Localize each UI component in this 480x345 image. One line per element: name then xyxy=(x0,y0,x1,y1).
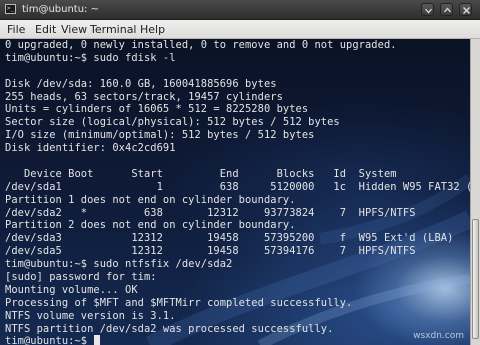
window-title: tim@ubuntu: ~ xyxy=(22,4,99,15)
terminal-line: NTFS partition /dev/sda2 was processed s… xyxy=(5,322,334,335)
terminal-line: /dev/sda5 12312 19458 57394176 7 HPFS/NT… xyxy=(5,245,416,258)
terminal-line: Disk /dev/sda: 160.0 GB, 160041885696 by… xyxy=(5,77,277,90)
minimize-button[interactable] xyxy=(421,3,434,16)
title-bar[interactable]: >_ tim@ubuntu: ~ xyxy=(0,0,480,20)
scrollbar-thumb[interactable] xyxy=(472,219,479,339)
terminal-area[interactable]: 0 upgraded, 0 newly installed, 0 to remo… xyxy=(0,39,470,345)
terminal-line: Partition 2 does not end on cylinder bou… xyxy=(5,219,296,232)
menu-file[interactable]: File xyxy=(7,23,25,36)
terminal-line: tim@ubuntu:~$ xyxy=(5,335,470,345)
terminal-line: Units = cylinders of 16065 * 512 = 82252… xyxy=(5,103,309,116)
terminal-line: /dev/sda3 12312 19458 57395200 f W95 Ext… xyxy=(5,232,454,245)
terminal-line: Partition 1 does not end on cylinder bou… xyxy=(5,193,296,206)
menu-edit[interactable]: Edit xyxy=(35,23,56,36)
minimize-icon xyxy=(425,8,432,14)
vertical-scrollbar[interactable] xyxy=(470,39,480,345)
terminal-line: Disk identifier: 0x4c2cd691 xyxy=(5,142,176,155)
terminal-window: >_ tim@ubuntu: ~ File Edit View Terminal… xyxy=(0,0,480,345)
close-button[interactable] xyxy=(459,3,472,16)
terminal-line: Mounting volume... OK xyxy=(5,283,138,296)
terminal-line: Sector size (logical/physical): 512 byte… xyxy=(5,116,340,129)
watermark: wsxdn.com xyxy=(413,331,464,341)
text-cursor xyxy=(94,335,101,345)
terminal-line: /dev/sda1 1 638 5120000 1c Hidden W95 FA… xyxy=(5,180,470,193)
menu-terminal[interactable]: Terminal xyxy=(90,23,137,36)
terminal-line: [sudo] password for tim: xyxy=(5,271,157,284)
terminal-icon-glyph: >_ xyxy=(7,5,15,12)
terminal-line: tim@ubuntu:~$ sudo fdisk -l xyxy=(5,51,176,64)
terminal-line: 255 heads, 63 sectors/track, 19457 cylin… xyxy=(5,90,283,103)
terminal-line: Processing of $MFT and $MFTMirr complete… xyxy=(5,296,353,309)
terminal-output: 0 upgraded, 0 newly installed, 0 to remo… xyxy=(5,39,470,345)
terminal-line: NTFS volume version is 3.1. xyxy=(5,309,176,322)
maximize-icon xyxy=(444,7,451,13)
terminal-line: 0 upgraded, 0 newly installed, 0 to remo… xyxy=(5,39,397,51)
menu-bar: File Edit View Terminal Help xyxy=(0,20,480,39)
maximize-button[interactable] xyxy=(440,3,453,16)
menu-help[interactable]: Help xyxy=(140,23,165,36)
terminal-line: I/O size (minimum/optimal): 512 bytes / … xyxy=(5,129,315,142)
terminal-icon: >_ xyxy=(5,4,16,14)
terminal-line: Device Boot Start End Blocks Id System xyxy=(5,167,397,180)
terminal-line: tim@ubuntu:~$ sudo ntfsfix /dev/sda2 xyxy=(5,258,233,271)
terminal-line: /dev/sda2 * 638 12312 93773824 7 HPFS/NT… xyxy=(5,206,416,219)
menu-view[interactable]: View xyxy=(61,23,87,36)
close-icon xyxy=(463,7,470,14)
